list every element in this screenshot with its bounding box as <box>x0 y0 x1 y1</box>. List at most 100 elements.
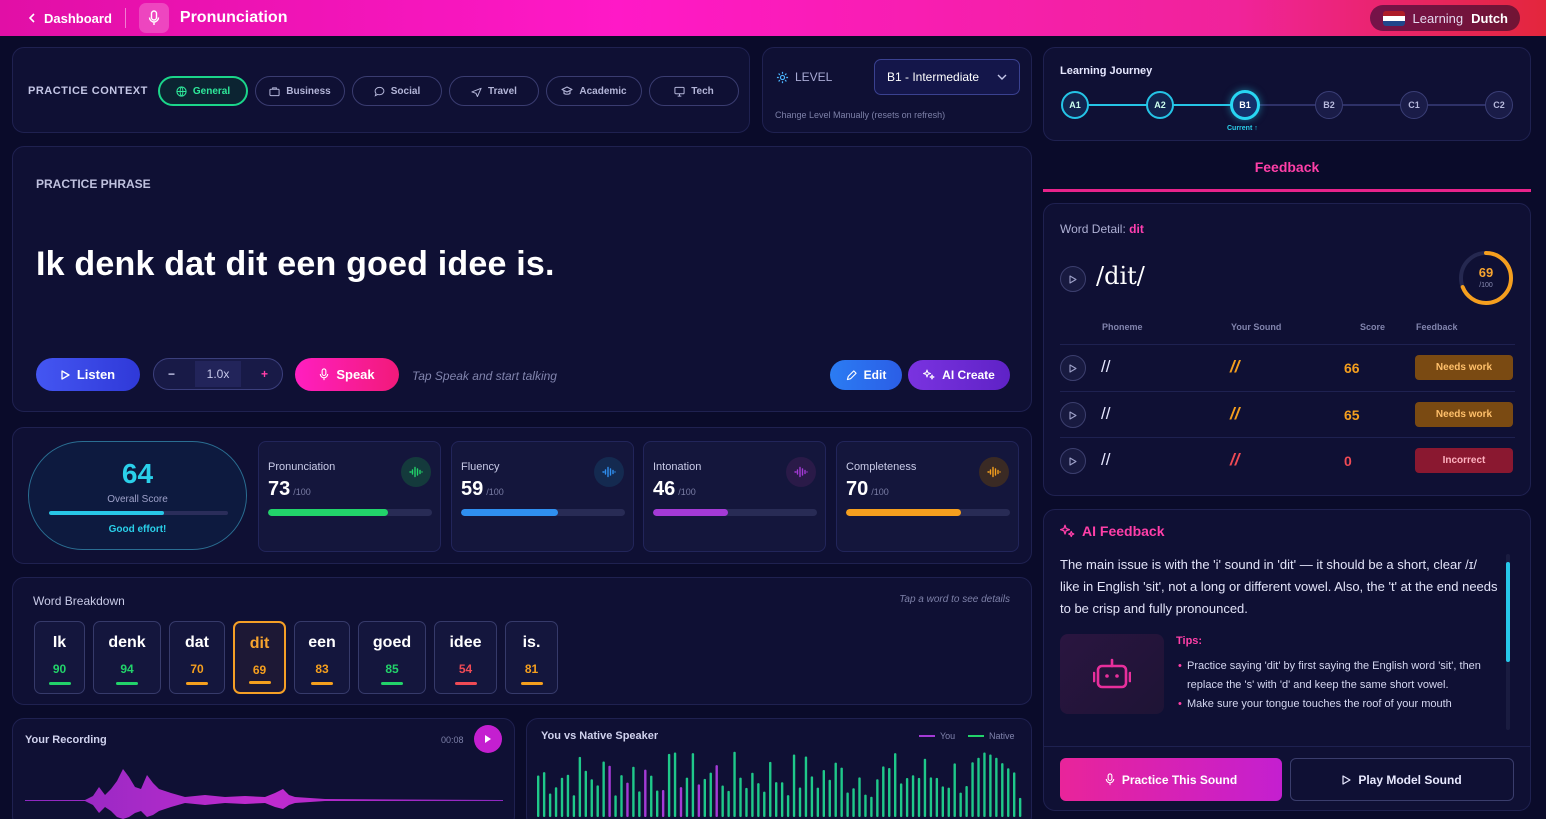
waveform-bar <box>804 756 808 817</box>
word-score: 83 <box>315 662 329 676</box>
context-chip-business[interactable]: Business <box>255 76 345 106</box>
edit-button[interactable]: Edit <box>830 360 902 390</box>
speed-decrease-button[interactable]: − <box>168 367 175 381</box>
waveform-bar <box>840 767 843 817</box>
word-tile-ik[interactable]: Ik 90 <box>34 621 85 694</box>
word-breakdown-card: Word Breakdown Tap a word to see details… <box>12 577 1032 705</box>
waveform-bar <box>656 790 659 817</box>
header-divider <box>124 8 126 28</box>
listen-button[interactable]: Listen <box>36 358 140 391</box>
word-tile-is[interactable]: is. 81 <box>505 621 558 694</box>
word-text: dit <box>249 635 270 652</box>
learning-language-badge[interactable]: Learning Dutch <box>1369 5 1520 31</box>
your-sound: // <box>1230 357 1240 376</box>
ai-feedback-text: The main issue is with the 'i' sound in … <box>1060 557 1498 616</box>
context-chip-social[interactable]: Social <box>352 76 442 106</box>
word-tile-dit[interactable]: dit 69 <box>233 621 286 694</box>
sparkles-icon <box>923 369 935 380</box>
play-phoneme-button[interactable] <box>1060 402 1086 428</box>
play-model-sound-button[interactable]: Play Model Sound <box>1290 758 1514 801</box>
word-score-line <box>520 682 543 685</box>
journey-node-b1[interactable]: B1 <box>1230 90 1260 120</box>
learning-journey-title: Learning Journey <box>1060 65 1153 77</box>
waveform-bar <box>667 753 671 817</box>
divider <box>1044 746 1530 747</box>
journey-node-c1[interactable]: C1 <box>1400 91 1428 119</box>
level-selected-value: B1 - Intermediate <box>887 70 980 84</box>
waveform-bar <box>679 787 683 817</box>
context-chip-tech[interactable]: Tech <box>649 76 739 106</box>
overall-score-bar <box>49 511 228 515</box>
ai-create-button[interactable]: AI Create <box>908 360 1010 390</box>
waveform-bar <box>989 754 992 817</box>
phoneme-feedback-badge: Incorrect <box>1415 448 1513 473</box>
waveform-bar <box>566 774 570 817</box>
waveform-bar <box>757 783 760 817</box>
tab-feedback[interactable]: Feedback <box>1043 150 1531 192</box>
play-icon <box>485 735 491 743</box>
waveform-bar <box>596 785 599 817</box>
word-score-line <box>248 681 271 684</box>
context-chip-academic[interactable]: Academic <box>546 76 642 106</box>
your-recording-card: Your Recording 00:08 <box>12 718 515 819</box>
waveform-bar <box>1018 797 1022 817</box>
journey-node-a2[interactable]: A2 <box>1146 91 1174 119</box>
legend-native: Native <box>968 731 1015 741</box>
waveform-bar <box>661 789 665 817</box>
ai-feedback-scrollbar[interactable] <box>1506 554 1510 730</box>
back-to-dashboard-link[interactable]: Dashboard <box>28 11 112 26</box>
waveform-bar <box>858 777 861 817</box>
play-icon <box>1069 274 1077 284</box>
play-word-button[interactable] <box>1060 266 1086 292</box>
level-label: LEVEL <box>776 70 832 84</box>
speed-control: − 1.0x + <box>153 358 283 390</box>
metric-bar <box>268 509 432 516</box>
speak-button[interactable]: Speak <box>295 358 399 391</box>
phoneme-score: 0 <box>1344 453 1352 469</box>
play-phoneme-button[interactable] <box>1060 448 1086 474</box>
metric-value: 73/100 <box>268 478 311 500</box>
waveform-bar <box>810 776 814 817</box>
word-tile-idee[interactable]: idee 54 <box>434 621 497 694</box>
word-text: idee <box>449 634 482 651</box>
word-breakdown-title: Word Breakdown <box>33 594 125 608</box>
waveform-bar <box>1001 763 1004 817</box>
metric-completeness: Completeness 70/100 <box>836 441 1019 552</box>
word-tile-goed[interactable]: goed 85 <box>358 621 426 694</box>
metric-name: Intonation <box>653 461 702 473</box>
play-phoneme-button[interactable] <box>1060 355 1086 381</box>
speak-hint: Tap Speak and start talking <box>412 369 557 383</box>
journey-node-c2[interactable]: C2 <box>1485 91 1513 119</box>
waveform-bar <box>786 795 790 817</box>
waveform-bar <box>959 792 962 817</box>
practice-phrase-label: PRACTICE PHRASE <box>36 177 151 191</box>
word-tile-dat[interactable]: dat 70 <box>169 621 225 694</box>
chat-bubble-icon <box>374 86 385 97</box>
page-title: Pronunciation <box>179 9 288 26</box>
metric-fluency: Fluency 59/100 <box>451 441 634 552</box>
metric-bar <box>461 509 625 516</box>
level-select[interactable]: B1 - Intermediate <box>874 59 1020 95</box>
tip-item: Practice saying 'dit' by first saying th… <box>1178 657 1508 695</box>
level-hint: Change Level Manually (resets on refresh… <box>775 110 946 120</box>
recording-play-button[interactable] <box>474 725 502 753</box>
waveform-bar <box>537 775 540 817</box>
journey-node-a1[interactable]: A1 <box>1061 91 1089 119</box>
waveform-bar <box>721 785 724 817</box>
header-feedback: Feedback <box>1416 322 1458 332</box>
speed-increase-button[interactable]: + <box>261 367 268 381</box>
practice-this-sound-button[interactable]: Practice This Sound <box>1060 758 1282 801</box>
word-text: denk <box>108 634 146 651</box>
context-chip-travel[interactable]: Travel <box>449 76 539 106</box>
journey-node-b2[interactable]: B2 <box>1315 91 1343 119</box>
journey-connector <box>1173 104 1235 106</box>
word-breakdown-hint: Tap a word to see details <box>899 594 1010 605</box>
waveform-bar <box>792 754 796 817</box>
word-tile-een[interactable]: een 83 <box>294 621 350 694</box>
microphone-icon <box>1105 773 1115 786</box>
word-detail-label: Word Detail: dit <box>1060 222 1144 236</box>
context-chip-general[interactable]: General <box>158 76 248 106</box>
word-tile-denk[interactable]: denk 94 <box>93 621 161 694</box>
chevron-left-icon <box>28 13 35 23</box>
scores-card: 64 Overall Score Good effort! Pronunciat… <box>12 427 1032 564</box>
